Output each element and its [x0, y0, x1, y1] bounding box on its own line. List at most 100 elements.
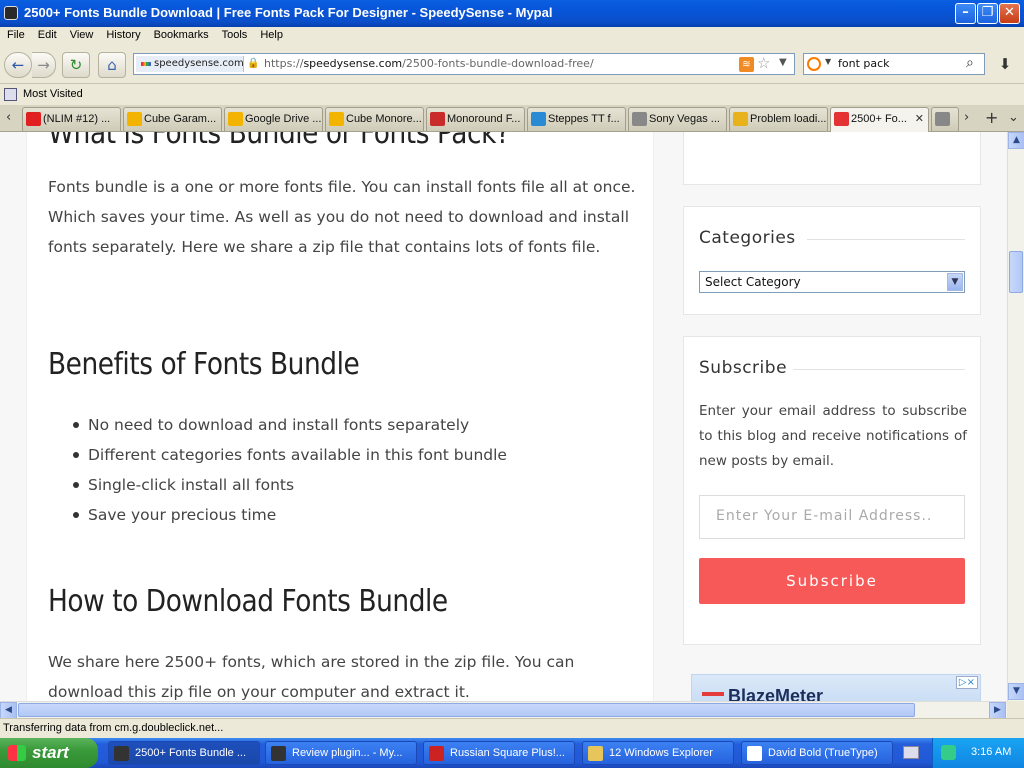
back-arrow-icon: ←	[11, 56, 25, 74]
tab-7[interactable]: Sony Vegas ...	[628, 107, 727, 131]
tab-partial[interactable]	[931, 107, 959, 131]
downloads-icon[interactable]: ⬇	[992, 53, 1018, 75]
heading-benefits: Benefits of Fonts Bundle	[48, 347, 360, 382]
blazemeter-logo-icon	[702, 692, 724, 696]
horizontal-scroll-thumb[interactable]	[18, 703, 915, 717]
maximize-button[interactable]: ❐	[977, 3, 998, 24]
tab-label: Cube Garam...	[144, 113, 217, 125]
tabs-scroll-left-icon[interactable]: ‹	[6, 110, 11, 125]
site-identity-button[interactable]: speedysense.com	[136, 56, 244, 72]
taskbar-button-label: 12 Windows Explorer	[609, 747, 713, 759]
tab-label: Steppes TT f...	[548, 113, 620, 125]
subscribe-button[interactable]: Subscribe	[699, 558, 965, 604]
tab-4[interactable]: Cube Monore...	[325, 107, 424, 131]
tab-5[interactable]: Monoround F...	[426, 107, 525, 131]
search-bar[interactable]: ▼ font pack ⌕	[803, 53, 985, 75]
url-path: /2500-fonts-bundle-download-free/	[402, 57, 594, 70]
scroll-up-icon[interactable]: ▲	[1008, 132, 1024, 149]
advertisement-banner[interactable]: BlazeMeter ▷×	[691, 674, 981, 701]
vertical-scroll-thumb[interactable]	[1009, 251, 1023, 293]
heading-what-is-fonts-bundle: What is Fonts Bundle or Fonts Pack?	[48, 132, 510, 151]
category-select[interactable]: Select Category ▼	[699, 271, 965, 293]
taskbar-button-2[interactable]: Review plugin... - My...	[265, 741, 417, 765]
menu-history[interactable]: History	[99, 27, 146, 41]
taskbar-button-3[interactable]: Russian Square Plus!...	[423, 741, 575, 765]
tab-label: (NLIM #12) ...	[43, 113, 111, 125]
tab-label: Sony Vegas ...	[649, 113, 720, 125]
search-icon[interactable]: ⌕	[966, 55, 974, 71]
list-item: Single-click install all fonts	[48, 470, 507, 500]
url-bar[interactable]: speedysense.com 🔒 https://speedysense.co…	[133, 53, 795, 75]
scroll-down-icon[interactable]: ▼	[1008, 683, 1024, 700]
scrollbar-corner	[1007, 701, 1024, 718]
vertical-scrollbar[interactable]: ▲ ▼	[1007, 132, 1024, 701]
minimize-button[interactable]: –	[955, 3, 976, 24]
subscribe-widget: Subscribe Enter your email address to su…	[683, 336, 981, 645]
horizontal-scrollbar[interactable]: ◀ ▶	[0, 701, 1007, 719]
scroll-right-icon[interactable]: ▶	[989, 702, 1006, 719]
status-bar: Transferring data from cm.g.doubleclick.…	[0, 718, 1024, 738]
taskbar-app-icon	[114, 746, 129, 761]
taskbar-button-4[interactable]: 12 Windows Explorer	[582, 741, 734, 765]
tab-3[interactable]: Google Drive ...	[224, 107, 323, 131]
list-item: Different categories fonts available in …	[48, 440, 507, 470]
download-paragraph: We share here 2500+ fonts, which are sto…	[48, 653, 575, 701]
2u-icon	[531, 112, 546, 126]
menu-file[interactable]: File	[0, 27, 31, 41]
menu-bar: File Edit View History Bookmarks Tools Help	[0, 27, 1024, 46]
tab-1[interactable]: (NLIM #12) ...	[22, 107, 121, 131]
scroll-left-icon[interactable]: ◀	[0, 702, 17, 719]
subscribe-title: Subscribe	[699, 358, 788, 378]
tab-9[interactable]: 2500+ Fo... ✕	[830, 107, 929, 133]
taskbar-app-icon	[747, 746, 762, 761]
close-button[interactable]: ✕	[999, 3, 1020, 24]
search-engine-icon[interactable]	[807, 57, 821, 71]
forward-button[interactable]: →	[32, 52, 56, 78]
menu-bookmarks[interactable]: Bookmarks	[147, 27, 215, 41]
url-prefix: https://	[264, 57, 304, 70]
page-content[interactable]: What is Fonts Bundle or Fonts Pack? Font…	[0, 132, 1007, 701]
menu-view[interactable]: View	[63, 27, 100, 41]
list-all-tabs-icon[interactable]: ⌄	[1008, 110, 1019, 125]
browser-app-icon	[4, 6, 18, 20]
network-tray-icon[interactable]	[941, 745, 956, 760]
keyboard-layout-icon[interactable]	[903, 746, 919, 759]
subscribe-description: Enter your email address to subscribe to…	[699, 403, 967, 469]
taskbar-button-5[interactable]: David Bold (TrueType)	[741, 741, 893, 765]
tab-2[interactable]: Cube Garam...	[123, 107, 222, 131]
menu-edit[interactable]: Edit	[31, 27, 63, 41]
taskbar-app-icon	[429, 746, 444, 761]
tab-label: Google Drive ...	[245, 113, 322, 125]
taskbar-button-1[interactable]: 2500+ Fonts Bundle ...	[108, 741, 260, 765]
rss-feed-icon[interactable]: ≋	[739, 57, 754, 72]
bookmark-most-visited[interactable]: Most Visited	[23, 88, 83, 100]
taskbar-button-label: Russian Square Plus!...	[450, 747, 565, 759]
url-text[interactable]: https://speedysense.com/2500-fonts-bundl…	[264, 57, 594, 70]
back-button[interactable]: ←	[4, 52, 32, 78]
search-engine-dropdown-icon[interactable]: ▼	[825, 57, 831, 66]
tab-8[interactable]: Problem loadi...	[729, 107, 828, 131]
url-history-dropdown-icon[interactable]: ▼	[779, 57, 787, 68]
search-input[interactable]: font pack	[838, 57, 890, 70]
ad-choices-icon[interactable]: ▷×	[955, 676, 978, 689]
chevron-down-icon[interactable]: ▼	[947, 273, 963, 291]
tab-6[interactable]: Steppes TT f...	[527, 107, 626, 131]
start-button[interactable]: start	[0, 738, 98, 768]
home-button[interactable]: ⌂	[98, 52, 126, 78]
bookmark-star-icon[interactable]: ☆	[757, 54, 770, 72]
tab-label: Monoround F...	[447, 113, 521, 125]
close-tab-icon[interactable]: ✕	[915, 112, 924, 125]
speedysense-icon	[834, 112, 849, 126]
menu-help[interactable]: Help	[253, 27, 289, 41]
list-item: Save your precious time	[48, 500, 507, 530]
window-title-bar[interactable]: 2500+ Fonts Bundle Download | Free Fonts…	[0, 0, 1024, 27]
tabs-scroll-right-icon[interactable]: ›	[964, 110, 969, 125]
menu-tools[interactable]: Tools	[215, 27, 254, 41]
benefits-list: No need to download and install fonts se…	[48, 410, 507, 530]
email-field[interactable]: Enter Your E-mail Address..	[699, 495, 965, 539]
site-identity-label: speedysense.com	[154, 58, 244, 69]
reload-button[interactable]: ↻	[62, 52, 90, 78]
windows-taskbar: start 2500+ Fonts Bundle ... Review plugi…	[0, 738, 1024, 768]
new-tab-icon[interactable]: +	[985, 108, 998, 127]
tab-label: 2500+ Fo...	[851, 113, 907, 125]
